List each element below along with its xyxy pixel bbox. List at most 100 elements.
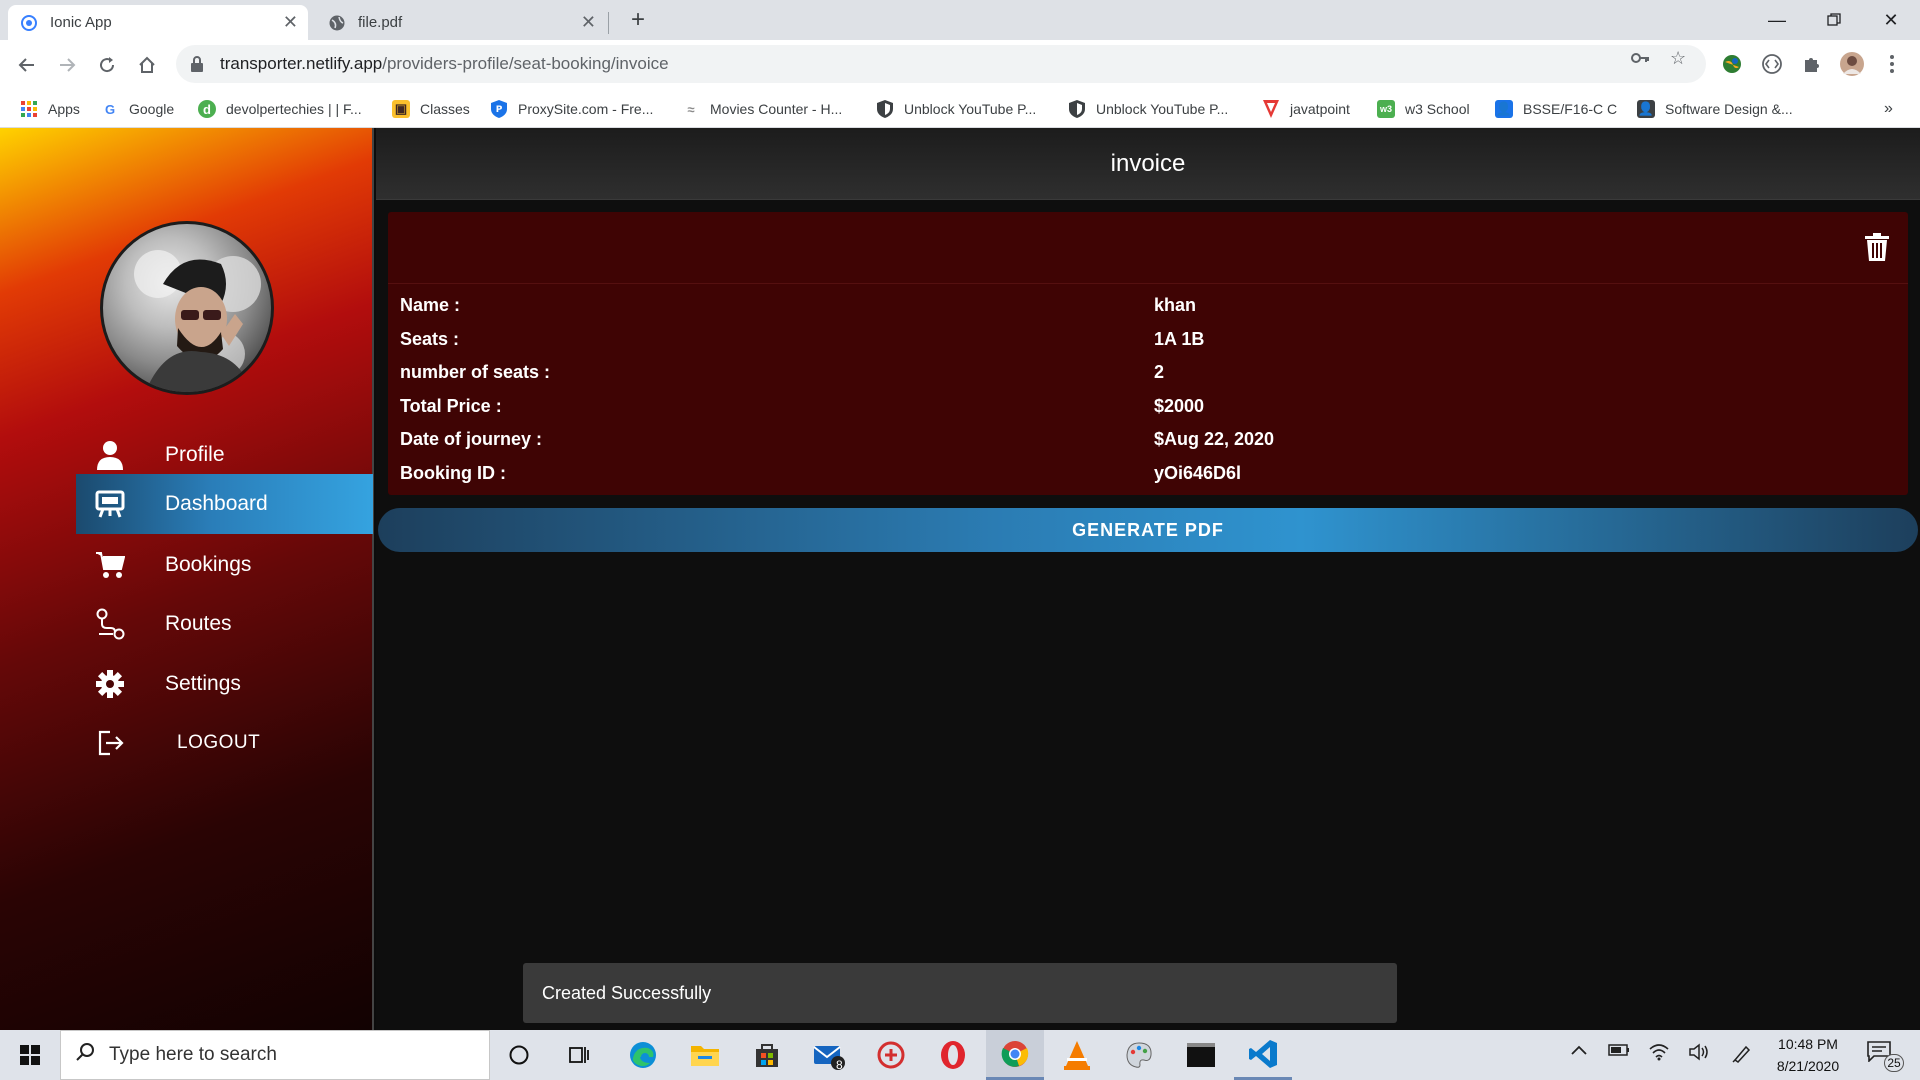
new-tab-button[interactable]: + (624, 6, 652, 34)
menu-label: Routes (165, 612, 232, 635)
vscode-icon[interactable] (1234, 1030, 1292, 1080)
bookmark-w3school[interactable]: w3 w3 School (1377, 90, 1470, 128)
w3school-icon: w3 (1377, 100, 1395, 118)
bookmark-unblock-youtube-1[interactable]: Unblock YouTube P... (876, 90, 1036, 128)
cortana-icon[interactable] (490, 1030, 548, 1080)
close-tab-icon[interactable]: ✕ (283, 12, 298, 33)
close-window-button[interactable]: ✕ (1868, 0, 1914, 40)
menu-label: Dashboard (165, 492, 268, 515)
mail-badge: 8 (836, 1058, 843, 1072)
bookmark-classes[interactable]: ▣ Classes (392, 90, 470, 128)
action-center-icon[interactable]: 25 (1866, 1040, 1904, 1072)
paint-app-icon[interactable] (1110, 1030, 1168, 1080)
more-bookmarks-button[interactable]: » (1884, 90, 1893, 128)
svg-text:P: P (496, 105, 503, 115)
person-icon (94, 439, 126, 471)
bookmark-label: Software Design &... (1665, 101, 1793, 117)
devolpertechies-icon: d (198, 100, 216, 118)
minimize-button[interactable]: — (1754, 0, 1800, 40)
mail-icon[interactable]: 8 (800, 1030, 858, 1080)
logout-label: LOGOUT (177, 732, 261, 753)
bookmark-label: Movies Counter - H... (710, 101, 843, 117)
opera-browser-icon[interactable] (924, 1030, 982, 1080)
back-button[interactable] (12, 50, 42, 80)
bookmark-movies-counter[interactable]: ≈ Movies Counter - H... (682, 90, 842, 128)
field-value: khan (1154, 294, 1197, 315)
delete-trash-icon[interactable] (1864, 232, 1894, 264)
lock-icon[interactable] (190, 56, 204, 72)
bookmark-devolpertechies[interactable]: d devolpertechies | | F... (198, 90, 362, 128)
vlc-player-icon[interactable] (1048, 1030, 1106, 1080)
menu-item-bookings[interactable]: Bookings (76, 535, 373, 595)
browser-tab-bar: Ionic App ✕ file.pdf ✕ + — ✕ (0, 0, 1920, 40)
logout-button[interactable]: LOGOUT (76, 713, 373, 773)
bookmark-javatpoint[interactable]: javatpoint (1262, 90, 1350, 128)
password-key-icon[interactable] (1630, 48, 1650, 73)
reload-button[interactable] (92, 50, 122, 80)
field-label: Booking ID : (400, 462, 506, 483)
menu-item-settings[interactable]: Settings (76, 654, 373, 714)
bookmark-unblock-youtube-2[interactable]: Unblock YouTube P... (1068, 90, 1228, 128)
task-view-icon[interactable] (550, 1030, 608, 1080)
bookmark-label: Classes (420, 101, 470, 117)
bookmark-proxysite[interactable]: P ProxySite.com - Fre... (490, 90, 653, 128)
forward-button[interactable] (52, 50, 82, 80)
home-button[interactable] (132, 50, 162, 80)
pen-workspace-icon[interactable] (1732, 1043, 1752, 1068)
wifi-icon[interactable] (1648, 1043, 1670, 1066)
game-app-icon[interactable] (862, 1030, 920, 1080)
tab-ionic-app[interactable]: Ionic App ✕ (8, 5, 308, 40)
system-clock[interactable]: 10:48 PM 8/21/2020 (1758, 1033, 1858, 1077)
browser-toolbar: transporter.netlify.app/providers-profil… (0, 40, 1920, 90)
microsoft-store-icon[interactable] (738, 1030, 796, 1080)
profile-avatar (100, 221, 274, 395)
bookmark-software-design[interactable]: 👤 Software Design &... (1637, 90, 1793, 128)
generate-pdf-button[interactable]: GENERATE PDF (378, 508, 1918, 552)
apps-grid-icon (20, 100, 38, 118)
shield-icon (1068, 100, 1086, 118)
field-label: Total Price : (400, 395, 502, 416)
close-tab-icon[interactable]: ✕ (581, 12, 596, 33)
menu-item-dashboard[interactable]: Dashboard (76, 474, 373, 534)
menu-label: Profile (165, 443, 225, 466)
edge-browser-icon[interactable] (614, 1030, 672, 1080)
address-bar[interactable]: transporter.netlify.app/providers-profil… (176, 45, 1706, 83)
browser-menu-icon[interactable] (1880, 52, 1904, 76)
extensions-puzzle-icon[interactable] (1800, 52, 1824, 76)
bookmark-label: devolpertechies | | F... (226, 101, 362, 117)
chrome-browser-icon[interactable] (986, 1030, 1044, 1080)
bookmarks-bar: Apps G Google d devolpertechies | | F...… (0, 90, 1920, 128)
route-icon (94, 608, 126, 640)
windows-taskbar: Type here to search 8 10:48 PM 8/21/2020… (0, 1030, 1920, 1080)
tab-divider (608, 12, 609, 34)
page-header: invoice (376, 128, 1920, 200)
taskbar-search-box[interactable]: Type here to search (60, 1030, 490, 1080)
battery-icon[interactable] (1608, 1043, 1630, 1062)
field-value: 2 (1154, 361, 1165, 382)
bookmark-star-icon[interactable]: ☆ (1670, 48, 1686, 69)
menu-item-routes[interactable]: Routes (76, 594, 373, 654)
bookmark-bsse[interactable]: 👤 BSSE/F16-C C (1495, 90, 1617, 128)
invoice-row-journey-date: Date of journey : $Aug 22, 2020 (400, 422, 1900, 456)
show-hidden-icons-icon[interactable] (1570, 1043, 1588, 1061)
bookmark-apps[interactable]: Apps (20, 90, 80, 128)
bookmark-label: w3 School (1405, 101, 1470, 117)
start-button[interactable] (0, 1030, 60, 1080)
terminal-icon[interactable] (1172, 1030, 1230, 1080)
extension-code-icon[interactable] (1760, 52, 1784, 76)
extension-globe-icon[interactable] (1720, 52, 1744, 76)
file-explorer-icon[interactable] (676, 1030, 734, 1080)
field-value: $2000 (1154, 395, 1205, 416)
volume-icon[interactable] (1688, 1043, 1710, 1066)
easel-icon (94, 488, 126, 520)
profile-avatar-icon[interactable] (1840, 52, 1864, 76)
bookmark-google[interactable]: G Google (101, 90, 174, 128)
restore-button[interactable] (1811, 0, 1857, 40)
classes-icon: ▣ (392, 100, 410, 118)
tab-title: Ionic App (50, 14, 112, 31)
tab-file-pdf[interactable]: file.pdf ✕ (316, 5, 606, 40)
invoice-card: Name : khan Seats : 1A 1B number of seat… (388, 212, 1908, 495)
side-menu: Profile Dashboard Bookings Routes Settin… (0, 128, 374, 1030)
logout-icon (94, 727, 126, 759)
contacts-icon: 👤 (1495, 100, 1513, 118)
